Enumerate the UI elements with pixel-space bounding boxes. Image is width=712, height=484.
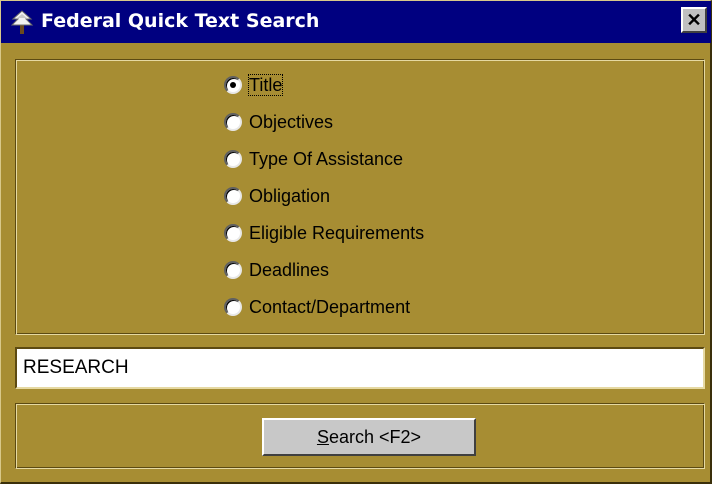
radio-label-type-of-assistance[interactable]: Type Of Assistance xyxy=(248,148,404,170)
radio-label-deadlines[interactable]: Deadlines xyxy=(248,259,330,281)
close-button[interactable]: ✕ xyxy=(681,7,707,33)
search-field-options: Title Objectives Type Of Assistance Obli… xyxy=(224,74,425,333)
title-bar[interactable]: Federal Quick Text Search ✕ xyxy=(1,1,711,43)
radio-option-objectives[interactable]: Objectives xyxy=(224,111,425,148)
radio-label-eligible-requirements[interactable]: Eligible Requirements xyxy=(248,222,425,244)
radio-option-type-of-assistance[interactable]: Type Of Assistance xyxy=(224,148,425,185)
radio-option-obligation[interactable]: Obligation xyxy=(224,185,425,222)
window-title: Federal Quick Text Search xyxy=(41,10,320,32)
radio-label-title[interactable]: Title xyxy=(248,74,284,96)
search-button-label: earch <F2> xyxy=(328,426,422,447)
radio-button-icon[interactable] xyxy=(224,261,242,279)
close-icon: ✕ xyxy=(686,10,702,30)
radio-option-title[interactable]: Title xyxy=(224,74,425,111)
radio-label-obligation[interactable]: Obligation xyxy=(248,185,331,207)
radio-option-eligible-requirements[interactable]: Eligible Requirements xyxy=(224,222,425,259)
radio-button-icon[interactable] xyxy=(224,150,242,168)
tree-icon xyxy=(10,10,34,34)
radio-option-deadlines[interactable]: Deadlines xyxy=(224,259,425,296)
search-field-group: Title Objectives Type Of Assistance Obli… xyxy=(15,59,705,335)
radio-button-icon[interactable] xyxy=(224,76,242,94)
radio-selected-dot xyxy=(230,82,236,88)
search-button[interactable]: Search <F2> xyxy=(262,418,476,456)
radio-option-contact-department[interactable]: Contact/Department xyxy=(224,296,425,333)
radio-button-icon[interactable] xyxy=(224,298,242,316)
radio-button-icon[interactable] xyxy=(224,113,242,131)
search-text-input[interactable] xyxy=(15,347,705,389)
federal-quick-text-search-window: Federal Quick Text Search ✕ Title Object… xyxy=(0,0,712,484)
radio-label-objectives[interactable]: Objectives xyxy=(248,111,334,133)
radio-label-contact-department[interactable]: Contact/Department xyxy=(248,296,411,318)
search-button-group: Search <F2> xyxy=(15,403,705,469)
radio-button-icon[interactable] xyxy=(224,187,242,205)
radio-button-icon[interactable] xyxy=(224,224,242,242)
search-button-accelerator: S xyxy=(316,426,329,447)
